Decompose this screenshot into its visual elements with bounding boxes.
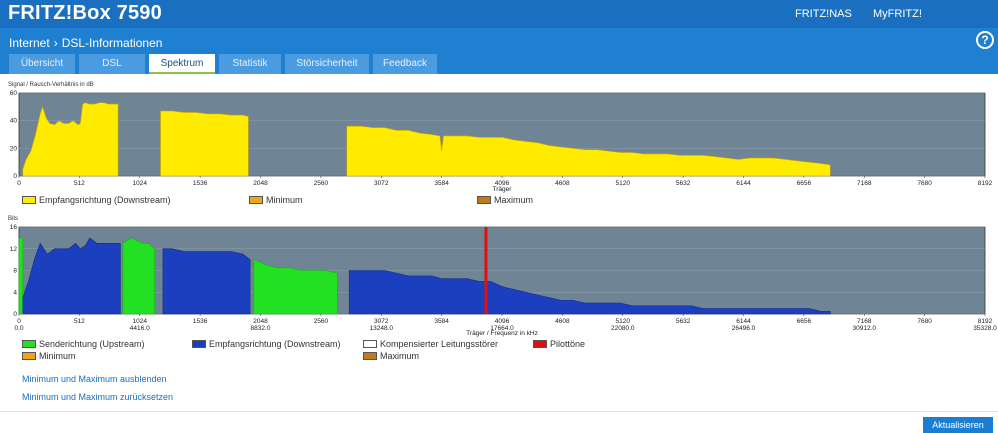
legend-swatch [533, 340, 547, 348]
x-tick-label: 2560 [314, 318, 329, 325]
x-tick-label: 1536 [193, 180, 208, 187]
x-tick-label: 512 [74, 180, 85, 187]
x-tick-label: 5120 [616, 318, 631, 325]
x-tick-label: 2560 [314, 180, 329, 187]
x-tick-label: 4608 [555, 318, 570, 325]
x-tick-label: 3072 [374, 318, 389, 325]
x-tick-label: 5632 [676, 318, 691, 325]
legend-swatch [22, 196, 36, 204]
tab-bar: Übersicht DSL Spektrum Statistik Störsic… [9, 54, 437, 74]
pilot-tone-marker [484, 227, 488, 314]
freq-tick-label: 26496.0 [732, 325, 756, 332]
legend-swatch [22, 352, 36, 360]
x-tick-label: 6656 [797, 180, 812, 187]
x-tick-label: 1024 [133, 318, 148, 325]
y-tick-label: 8 [13, 268, 17, 275]
x-tick-label: 1536 [193, 318, 208, 325]
x-tick-label: 1024 [133, 180, 148, 187]
x-tick-label: 6656 [797, 318, 812, 325]
bits-chart: 16 12 8 4 00 512 1024 1536 2048 2560 3072 3584 4096 4… [10, 224, 997, 337]
legend-swatch [249, 196, 263, 204]
freq-tick-label: 35328.0 [973, 325, 997, 332]
legend-swatch [477, 196, 491, 204]
tab-dsl[interactable]: DSL [79, 54, 145, 74]
x-tick-label: 3072 [374, 180, 389, 187]
series-segment [160, 110, 249, 177]
reset-minmax-link[interactable]: Minimum und Maximum zurücksetzen [22, 392, 173, 402]
breadcrumb: Internet › DSL-Informationen [9, 36, 162, 50]
y-tick-label: 0 [13, 173, 17, 180]
x-axis-label: Träger [493, 186, 513, 193]
breadcrumb-internet[interactable]: Internet [9, 36, 50, 50]
help-icon[interactable]: ? [976, 31, 994, 49]
x-tick-label: 4608 [555, 180, 570, 187]
tab-stoersicherheit[interactable]: Störsicherheit [285, 54, 369, 74]
tab-spektrum[interactable]: Spektrum [149, 54, 215, 74]
y-tick-label: 60 [10, 90, 18, 97]
freq-tick-label: 8832.0 [251, 325, 271, 332]
x-tick-label: 8192 [978, 318, 993, 325]
legend-minimum-bits: Minimum [22, 351, 76, 361]
x-tick-label: 0 [17, 180, 21, 187]
legend-compensated: Kompensierter Leitungsstörer [363, 339, 498, 349]
legend-maximum-bits: Maximum [363, 351, 419, 361]
x-tick-label: 5632 [676, 180, 691, 187]
nav-bar: Internet › DSL-Informationen ? Übersicht… [0, 28, 998, 74]
x-tick-label: 6144 [736, 180, 751, 187]
refresh-button[interactable]: Aktualisieren [923, 417, 993, 433]
freq-tick-label: 30912.0 [853, 325, 877, 332]
legend-upstream: Senderichtung (Upstream) [22, 339, 145, 349]
y-tick-label: 40 [10, 118, 18, 125]
legend-minimum: Minimum [249, 195, 303, 205]
x-tick-label: 3584 [434, 180, 449, 187]
x-axis-label: Träger / Frequenz in kHz [466, 330, 538, 337]
chevron-right-icon: › [53, 36, 58, 50]
legend-maximum: Maximum [477, 195, 533, 205]
x-tick-label: 3584 [434, 318, 449, 325]
footer-divider [0, 411, 998, 412]
series-segment [122, 237, 155, 315]
x-tick-label: 5120 [616, 180, 631, 187]
freq-tick-label: 22080.0 [611, 325, 635, 332]
x-tick-label: 7680 [917, 318, 932, 325]
hide-minmax-link[interactable]: Minimum und Maximum ausblenden [22, 374, 167, 384]
snr-chart: 60402000 512 1024 1536 2048 2560 3072 3584 4096 4… [10, 90, 993, 193]
legend-swatch [192, 340, 206, 348]
legend-downstream: Empfangsrichtung (Downstream) [22, 195, 171, 205]
tab-uebersicht[interactable]: Übersicht [9, 54, 75, 74]
legend-downstream-bits: Empfangsrichtung (Downstream) [192, 339, 341, 349]
x-tick-label: 2048 [253, 318, 268, 325]
fritznas-link[interactable]: FRITZ!NAS [795, 8, 852, 20]
legend-pilot: Pilottöne [533, 339, 585, 349]
x-tick-label: 0 [17, 318, 21, 325]
legend-swatch [22, 340, 36, 348]
top-bar: FRITZ!Box 7590 FRITZ!NAS MyFRITZ! [0, 0, 998, 28]
legend-swatch [363, 340, 377, 348]
breadcrumb-dsl-info: DSL-Informationen [61, 36, 163, 50]
y-tick-label: 12 [10, 246, 18, 253]
x-tick-label: 512 [74, 318, 85, 325]
freq-tick-label: 13248.0 [370, 325, 394, 332]
x-tick-label: 8192 [978, 180, 993, 187]
series-segment [18, 237, 24, 315]
legend-swatch [363, 352, 377, 360]
x-tick-label: 7168 [857, 318, 872, 325]
brand-title: FRITZ!Box 7590 [8, 2, 162, 24]
freq-tick-label: 4416.0 [130, 325, 150, 332]
y-tick-label: 16 [10, 224, 18, 231]
series-segment [162, 248, 251, 315]
y-tick-label: 20 [10, 145, 18, 152]
x-tick-label: 4096 [495, 318, 510, 325]
tab-statistik[interactable]: Statistik [219, 54, 281, 74]
x-tick-label: 2048 [253, 180, 268, 187]
x-tick-label: 6144 [736, 318, 751, 325]
y-tick-label: 0 [13, 311, 17, 318]
x-tick-label: 7680 [917, 180, 932, 187]
myfritz-link[interactable]: MyFRITZ! [873, 8, 922, 20]
y-tick-label: 4 [13, 289, 17, 296]
x-tick-label: 7168 [857, 180, 872, 187]
tab-feedback[interactable]: Feedback [373, 54, 437, 74]
freq-tick-label: 0.0 [14, 325, 23, 332]
